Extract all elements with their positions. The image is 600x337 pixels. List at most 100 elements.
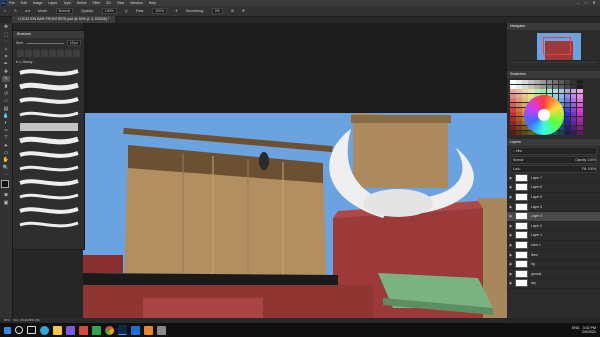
swatch[interactable] bbox=[577, 80, 583, 84]
swatch[interactable] bbox=[577, 98, 583, 103]
swatch[interactable] bbox=[522, 98, 528, 103]
layer-row[interactable]: ◉ Layer 7 bbox=[507, 173, 600, 184]
swatch[interactable] bbox=[516, 107, 522, 112]
canvas-area[interactable] bbox=[83, 23, 507, 318]
system-tray[interactable]: ENG 3:02 PM 2/9/2021 bbox=[572, 323, 596, 337]
swatch[interactable] bbox=[552, 89, 559, 94]
menu-file[interactable]: File bbox=[9, 1, 15, 5]
visibility-eye-icon[interactable]: ◉ bbox=[509, 253, 513, 257]
app-icon-gray[interactable] bbox=[157, 325, 166, 335]
swatch[interactable] bbox=[577, 102, 583, 107]
lasso-tool-icon[interactable]: ◌ bbox=[2, 39, 10, 45]
menu-select[interactable]: Select bbox=[77, 1, 87, 5]
swatch[interactable] bbox=[516, 102, 522, 107]
menu-filter[interactable]: Filter bbox=[93, 1, 101, 5]
swatch[interactable] bbox=[528, 80, 534, 84]
swatch[interactable] bbox=[510, 98, 516, 103]
more-tools-icon[interactable]: ⋯ bbox=[2, 172, 10, 178]
swatch[interactable] bbox=[516, 130, 522, 135]
history-brush-tool-icon[interactable]: ↺ bbox=[2, 91, 10, 97]
brush-tip[interactable] bbox=[32, 49, 40, 57]
swatch[interactable] bbox=[510, 80, 516, 84]
swatch[interactable] bbox=[577, 116, 583, 121]
swatch[interactable] bbox=[516, 89, 522, 94]
task-view-icon[interactable] bbox=[27, 326, 36, 334]
swatch[interactable] bbox=[570, 102, 577, 107]
layer-row[interactable]: ◉ Layer 6 bbox=[507, 183, 600, 193]
swatches-panel-title[interactable]: Swatches bbox=[507, 71, 600, 78]
magic-wand-tool-icon[interactable]: ✧ bbox=[2, 47, 10, 53]
brush-size-slider[interactable] bbox=[26, 42, 64, 44]
type-tool-icon[interactable]: T bbox=[2, 135, 10, 141]
swatch[interactable] bbox=[570, 121, 577, 126]
swatch[interactable] bbox=[558, 89, 565, 94]
layer-opacity-input[interactable]: 100% bbox=[588, 158, 596, 162]
swatch[interactable] bbox=[570, 130, 577, 135]
layer-row[interactable]: ◉ color 1 bbox=[507, 240, 600, 251]
swatch[interactable] bbox=[564, 80, 571, 84]
swatch[interactable] bbox=[510, 125, 516, 130]
swatch[interactable] bbox=[522, 130, 528, 135]
layer-row[interactable]: ◉ Layer 5 bbox=[507, 193, 600, 203]
swatch[interactable] bbox=[528, 84, 534, 89]
swatch[interactable] bbox=[516, 98, 522, 103]
visibility-eye-icon[interactable]: ◉ bbox=[509, 214, 513, 218]
brush-tip[interactable] bbox=[24, 49, 32, 57]
brush-tip[interactable] bbox=[40, 49, 48, 57]
tray-lang[interactable]: ENG bbox=[572, 326, 580, 331]
swatch[interactable] bbox=[510, 89, 516, 94]
blur-tool-icon[interactable]: 💧 bbox=[2, 113, 10, 119]
gradient-tool-icon[interactable]: ▤ bbox=[2, 106, 10, 112]
swatch[interactable] bbox=[577, 107, 583, 112]
shape-tool-icon[interactable]: ▭ bbox=[2, 150, 10, 156]
swatch[interactable] bbox=[516, 121, 522, 126]
home-icon[interactable]: ⌂ bbox=[4, 9, 6, 13]
opacity-input[interactable]: 100% bbox=[101, 8, 117, 14]
swatch[interactable] bbox=[570, 116, 577, 121]
swatch[interactable] bbox=[577, 112, 583, 117]
visibility-eye-icon[interactable]: ◉ bbox=[509, 272, 513, 276]
photoshop-taskbar-icon[interactable] bbox=[118, 325, 127, 335]
swatch[interactable] bbox=[564, 84, 571, 89]
swatch[interactable] bbox=[522, 80, 528, 84]
swatch[interactable] bbox=[558, 130, 565, 135]
menu-3d[interactable]: 3D bbox=[106, 1, 110, 5]
stamp-tool-icon[interactable]: ♜ bbox=[2, 84, 10, 90]
healing-tool-icon[interactable]: ✚ bbox=[2, 69, 10, 75]
swatch[interactable] bbox=[564, 107, 571, 112]
thumb-view-box[interactable] bbox=[543, 37, 571, 55]
swatch[interactable] bbox=[577, 89, 583, 94]
swatch[interactable] bbox=[570, 112, 577, 117]
app-icon-green[interactable] bbox=[92, 325, 101, 335]
swatch[interactable] bbox=[510, 102, 516, 107]
foreground-color-swatch[interactable] bbox=[1, 180, 9, 189]
brush-tip[interactable] bbox=[16, 49, 24, 57]
artwork-canvas[interactable] bbox=[83, 23, 507, 318]
brushes-panel-title[interactable]: Brushes bbox=[13, 31, 84, 38]
swatch[interactable] bbox=[516, 112, 522, 117]
swatch[interactable] bbox=[558, 84, 565, 89]
menu-type[interactable]: Type bbox=[63, 1, 71, 5]
path-select-tool-icon[interactable]: ➤ bbox=[2, 143, 10, 149]
blend-mode-select[interactable]: Normal bbox=[513, 157, 523, 163]
swatch[interactable] bbox=[516, 84, 522, 89]
swatch[interactable] bbox=[546, 89, 553, 94]
file-explorer-icon[interactable] bbox=[53, 325, 62, 335]
swatch[interactable] bbox=[528, 89, 534, 94]
swatch[interactable] bbox=[510, 107, 516, 112]
swatch[interactable] bbox=[564, 130, 571, 135]
swatch[interactable] bbox=[534, 89, 540, 94]
layer-row[interactable]: ◉ bg bbox=[507, 260, 600, 270]
edge-browser-icon[interactable] bbox=[40, 325, 49, 335]
close-icon[interactable]: ✕ bbox=[590, 0, 598, 5]
flow-input[interactable]: 100% bbox=[152, 8, 168, 14]
menu-view[interactable]: View bbox=[117, 1, 125, 5]
swatch[interactable] bbox=[570, 98, 577, 103]
swatch[interactable] bbox=[577, 125, 583, 130]
menu-help[interactable]: Help bbox=[149, 1, 156, 5]
menu-edit[interactable]: Edit bbox=[21, 1, 27, 5]
swatch[interactable] bbox=[570, 93, 577, 98]
dodge-tool-icon[interactable]: ◐ bbox=[2, 120, 10, 126]
swatch[interactable] bbox=[570, 80, 577, 84]
app-icon-red[interactable] bbox=[79, 325, 88, 335]
